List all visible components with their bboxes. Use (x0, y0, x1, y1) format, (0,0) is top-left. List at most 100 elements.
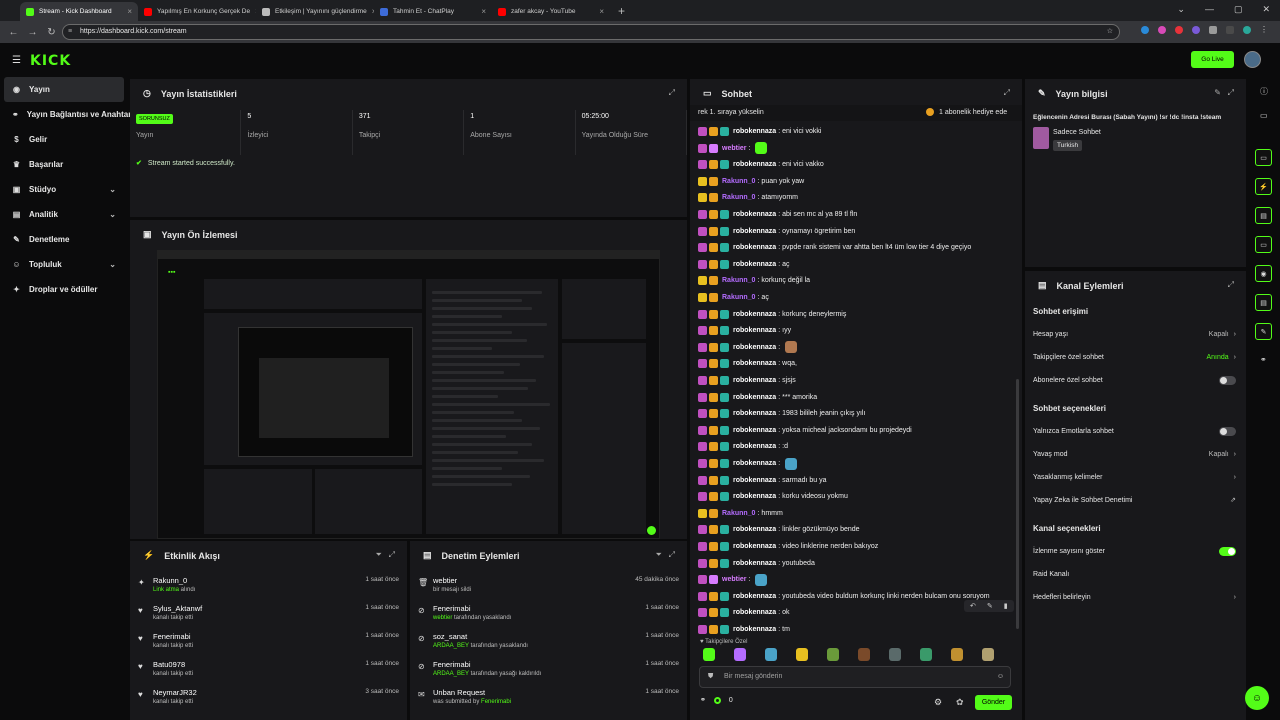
sidebar-item[interactable]: $ Gelir (0, 127, 128, 152)
expand-icon[interactable]: ⤢ (669, 88, 675, 98)
activity-icon[interactable]: ⚡ (1255, 178, 1272, 195)
expand-icon[interactable]: ⤢ (389, 550, 395, 559)
list-item-name[interactable]: Unban Request (433, 688, 485, 697)
browser-kebab-icon[interactable]: ⋮ (1260, 26, 1268, 34)
close-window-icon[interactable]: ✕ (1262, 4, 1270, 15)
chat-message[interactable]: robokennaza: pvpde rank sistemi var ahtta… (698, 240, 971, 255)
external-link-icon[interactable]: ⇗ (1230, 496, 1236, 504)
action-row[interactable]: Hedefleri belirleyin › (1033, 590, 1236, 604)
action-row[interactable]: Yasaklanmış kelimeler › (1033, 470, 1236, 484)
extension-icon[interactable] (1175, 26, 1183, 34)
reward-icon[interactable]: ✿ (956, 697, 964, 708)
list-item[interactable]: ♥ NeymarJR32 kanalı takip etti 3 saat önce (130, 685, 407, 713)
chat-message[interactable]: Rakunn_0: hmmm (698, 506, 783, 521)
chat-message[interactable]: Rakunn_0: aç (698, 290, 769, 305)
chat-message[interactable]: webtier: (698, 141, 768, 156)
action-row[interactable]: İzlenme sayısını göster (1033, 544, 1236, 558)
list-item[interactable]: ⊘ Fenerimabi webtier tarafından yasaklandı… (410, 601, 687, 629)
chat-username[interactable]: webtier (722, 145, 747, 152)
extensions-puzzle-icon[interactable] (1209, 26, 1217, 34)
chat-message[interactable]: robokennaza: *** amorika (698, 390, 817, 405)
address-bar[interactable]: ≡ https://dashboard.kick.com/stream ☆ (62, 24, 1120, 40)
emote-option[interactable] (734, 648, 746, 661)
emote-option[interactable] (889, 648, 901, 661)
chevron-down-icon[interactable]: ⌄ (109, 185, 116, 194)
list-item-name[interactable]: webtier (433, 576, 457, 585)
minimize-icon[interactable]: — (1205, 4, 1214, 15)
chat-message[interactable]: Rakunn_0: atamıyomm (698, 190, 798, 205)
chat-message[interactable]: robokennaza: wqa, (698, 356, 797, 371)
list-item-name[interactable]: Rakunn_0 (153, 576, 187, 585)
chat-username[interactable]: robokennaza (733, 626, 776, 633)
chat-message[interactable]: robokennaza: (698, 340, 798, 355)
browser-menu-icon[interactable]: ⌄ (1177, 4, 1185, 15)
chat-username[interactable]: robokennaza (733, 493, 776, 500)
list-item[interactable]: ♥ Batu0978 kanalı takip etti 1 saat önce (130, 657, 407, 685)
chat-message[interactable]: robokennaza: youtubeda video buldum korku… (698, 589, 990, 604)
emote-option[interactable] (765, 648, 777, 661)
sidebar-item[interactable]: ▤ Analitik ⌄ (0, 202, 128, 227)
chat-panel-icon[interactable]: ▭ (1255, 149, 1272, 166)
chat-input[interactable]: ⛊ Bir mesaj gönderin ☺ (699, 666, 1011, 688)
list-item-accent[interactable]: webtier (433, 615, 452, 621)
chat-username[interactable]: Rakunn_0 (722, 294, 755, 301)
chat-username[interactable]: robokennaza (733, 543, 776, 550)
list-item-accent[interactable]: ARDAA_BEY (433, 671, 469, 677)
profile-icon[interactable] (1243, 26, 1251, 34)
action-row[interactable]: Abonelere özel sohbet (1033, 373, 1236, 387)
reload-icon[interactable]: ↻ (42, 27, 61, 38)
chat-username[interactable]: robokennaza (733, 211, 776, 218)
sidebar-item[interactable]: ⚭ Yayın Bağlantısı ve Anahtarı (0, 102, 134, 127)
back-icon[interactable]: ← (4, 27, 23, 38)
chat-username[interactable]: robokennaza (733, 261, 776, 268)
emote-option[interactable] (982, 648, 994, 661)
chat-message[interactable]: robokennaza: video linklerine nerden bakı… (698, 539, 878, 554)
chat-message[interactable]: robokennaza: sjsjs (698, 373, 796, 388)
chat-message[interactable]: webtier: (698, 572, 768, 587)
slides-icon[interactable]: ▭ (1260, 111, 1268, 120)
chat-username[interactable]: robokennaza (733, 526, 776, 533)
users-icon[interactable]: ⚭ (700, 696, 706, 704)
chat-username[interactable]: robokennaza (733, 394, 776, 401)
emote-option[interactable] (951, 648, 963, 661)
chat-username[interactable]: Rakunn_0 (722, 178, 755, 185)
toggle-switch[interactable] (1219, 375, 1236, 385)
chat-message[interactable]: robokennaza: (698, 456, 798, 471)
emote-option[interactable] (703, 648, 715, 661)
emote-option[interactable] (827, 648, 839, 661)
extension-icon[interactable] (1192, 26, 1200, 34)
list-item-name[interactable]: Fenerimabi (433, 604, 471, 613)
list-item[interactable]: 🗑 webtier bir mesajı sildi 45 dakika önce (410, 573, 687, 601)
action-row[interactable]: Yapay Zeka ile Sohbet Denetimi ⇗ (1033, 493, 1236, 507)
chat-username[interactable]: robokennaza (733, 460, 776, 467)
chat-message[interactable]: robokennaza: yoksa micheal jacksondamı bu… (698, 423, 912, 438)
list-item[interactable]: ♥ Fenerimabi kanalı takip etti 1 saat önce (130, 629, 407, 657)
chat-username[interactable]: robokennaza (733, 311, 776, 318)
site-info-icon[interactable]: ≡ (68, 25, 72, 39)
extension-icon[interactable] (1141, 26, 1149, 34)
chat-username[interactable]: robokennaza (733, 560, 776, 567)
chat-icon[interactable]: ▭ (1255, 236, 1272, 253)
list-item[interactable]: ✦ Rakunn_0 Link atma alındı 1 saat önce (130, 573, 407, 601)
chevron-right-icon[interactable]: › (1234, 354, 1236, 361)
browser-tab[interactable]: zafer akcay - YouTube × (492, 2, 610, 21)
side-panel-icon[interactable] (1226, 26, 1234, 34)
filter-icon[interactable]: ⏷ (656, 550, 662, 559)
chat-message[interactable]: robokennaza: korku videosu yokmu (698, 489, 848, 504)
chat-message[interactable]: robokennaza: oynamayı ögretirim ben (698, 224, 855, 239)
list-item-name[interactable]: Fenerimabi (153, 632, 191, 641)
chat-message[interactable]: robokennaza: eni vici vakko (698, 157, 824, 172)
chat-message[interactable]: robokennaza: linkler gözükmüyo bende (698, 522, 860, 537)
expand-icon[interactable]: ⤢ (1004, 88, 1010, 98)
chat-username[interactable]: robokennaza (733, 360, 776, 367)
emote-option[interactable] (858, 648, 870, 661)
list-item[interactable]: ⊘ soz_sanat ARDAA_BEY tarafından yasakland… (410, 629, 687, 657)
bookmark-star-icon[interactable]: ☆ (1107, 25, 1113, 39)
chat-username[interactable]: Rakunn_0 (722, 277, 755, 284)
expand-icon[interactable]: ⤢ (1228, 88, 1234, 97)
chat-message[interactable]: robokennaza: youtubeda (698, 556, 815, 571)
list-item-name[interactable]: Batu0978 (153, 660, 185, 669)
chat-username[interactable]: Rakunn_0 (722, 194, 755, 201)
users-icon[interactable]: ⚭ (1260, 355, 1267, 364)
extension-icon[interactable] (1158, 26, 1166, 34)
